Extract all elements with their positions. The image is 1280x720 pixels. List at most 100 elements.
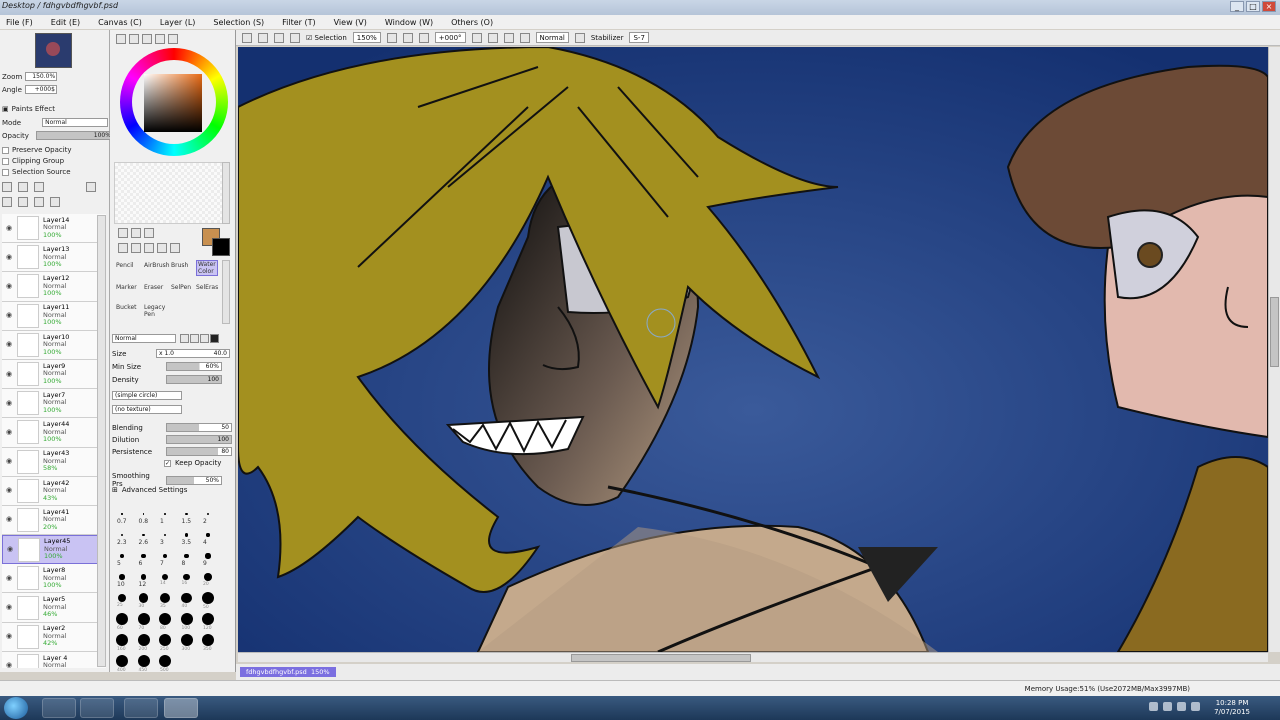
rotate-tool-icon[interactable] bbox=[157, 243, 167, 253]
menu-others[interactable]: Others (O) bbox=[449, 18, 495, 27]
menu-window[interactable]: Window (W) bbox=[383, 18, 435, 27]
layer-row[interactable]: ◉ Layer 4Normal100% bbox=[2, 651, 106, 668]
tray-icon-2[interactable] bbox=[1163, 702, 1172, 711]
horizontal-scroll-thumb[interactable] bbox=[571, 654, 751, 662]
layer-row[interactable]: ◉ Layer11 Normal 100% bbox=[2, 301, 106, 331]
brush-size-preset[interactable] bbox=[137, 634, 150, 646]
start-button[interactable] bbox=[4, 697, 28, 719]
brush-size-preset[interactable] bbox=[181, 592, 192, 604]
size-slider[interactable]: x 1.0 40.0 bbox=[156, 349, 230, 358]
brush-size-preset[interactable] bbox=[120, 554, 124, 558]
rotate-right-icon[interactable] bbox=[487, 32, 498, 43]
redo-icon[interactable] bbox=[258, 32, 268, 43]
brush-size-preset[interactable] bbox=[206, 533, 210, 537]
menu-layer[interactable]: Layer (L) bbox=[158, 18, 198, 27]
layer-row[interactable]: ◉ Layer44 Normal 100% bbox=[2, 418, 106, 448]
color-swatches[interactable] bbox=[114, 162, 228, 224]
legacy-pen-tool[interactable]: Legacy Pen bbox=[144, 304, 165, 318]
brush-size-preset[interactable] bbox=[117, 593, 127, 603]
visibility-eye-icon[interactable]: ◉ bbox=[6, 340, 15, 349]
brush-size-preset[interactable] bbox=[202, 592, 214, 604]
visibility-eye-icon[interactable]: ◉ bbox=[7, 545, 16, 554]
layer-row[interactable]: ◉ Layer14 Normal 100% bbox=[2, 214, 106, 244]
tool-scrollbar[interactable] bbox=[222, 260, 230, 324]
angle-field[interactable]: +000$ bbox=[24, 85, 57, 94]
layer-row[interactable]: ◉ Layer8 Normal 100% bbox=[2, 564, 106, 594]
clipping-group-row[interactable]: Clipping Group bbox=[2, 157, 64, 165]
layer-row[interactable]: ◉ Layer13 Normal 100% bbox=[2, 243, 106, 273]
brush-size-preset[interactable] bbox=[184, 533, 189, 537]
new-folder-icon[interactable] bbox=[34, 182, 44, 192]
rotate-reset-icon[interactable] bbox=[503, 32, 514, 43]
brush-size-preset[interactable] bbox=[205, 553, 211, 559]
rgb-slider-mode-icon[interactable] bbox=[129, 34, 139, 44]
brush-size-preset[interactable] bbox=[204, 573, 212, 581]
layer-row[interactable]: ◉ Layer42 Normal 43% bbox=[2, 476, 106, 506]
brush-shape-4-icon[interactable] bbox=[210, 334, 219, 343]
browser-taskbar-icon[interactable] bbox=[124, 698, 158, 718]
brush-size-preset[interactable] bbox=[159, 613, 171, 625]
brush-size-preset[interactable] bbox=[180, 613, 193, 625]
brush-size-preset[interactable] bbox=[161, 573, 169, 581]
brush-size-preset[interactable] bbox=[121, 513, 123, 515]
paints-effect-row[interactable]: ▣ Paints Effect bbox=[2, 105, 55, 113]
color-wheel-mode-icon[interactable] bbox=[116, 34, 126, 44]
airbrush-tool[interactable]: AirBrush bbox=[144, 262, 170, 269]
layer-row[interactable]: ◉ Layer41 Normal 20% bbox=[2, 505, 106, 536]
brush-size-preset[interactable] bbox=[180, 634, 193, 646]
menu-file[interactable]: File (F) bbox=[4, 18, 35, 27]
clear-layer-icon[interactable] bbox=[34, 197, 44, 207]
hsv-slider-mode-icon[interactable] bbox=[142, 34, 152, 44]
layer-row[interactable]: ◉ Layer45 Normal 100% bbox=[2, 535, 106, 565]
selpen-tool[interactable]: SelPen bbox=[171, 284, 191, 291]
menu-filter[interactable]: Filter (T) bbox=[280, 18, 317, 27]
brush-size-preset[interactable] bbox=[159, 655, 171, 667]
selection-source-checkbox[interactable] bbox=[2, 168, 9, 176]
magic-wand-icon[interactable] bbox=[144, 228, 154, 238]
zoom-reset-icon[interactable] bbox=[418, 32, 429, 43]
brush-size-preset[interactable] bbox=[162, 553, 168, 559]
marker-tool[interactable]: Marker bbox=[116, 284, 137, 291]
drawing-canvas[interactable] bbox=[238, 47, 1268, 652]
visibility-eye-icon[interactable]: ◉ bbox=[6, 370, 15, 379]
advanced-settings-row[interactable]: ⊞ Advanced Settings bbox=[112, 486, 187, 494]
brush-shape-3-icon[interactable] bbox=[200, 334, 209, 343]
watercolor-tool[interactable]: Water Color bbox=[196, 260, 218, 276]
media-taskbar-icon[interactable] bbox=[80, 698, 114, 718]
brush-size-preset[interactable] bbox=[119, 574, 125, 580]
visibility-eye-icon[interactable]: ◉ bbox=[6, 311, 15, 320]
zoom-field[interactable]: 150.0% bbox=[25, 72, 58, 81]
brush-size-preset[interactable] bbox=[163, 533, 167, 537]
transfer-down-icon[interactable] bbox=[2, 197, 12, 207]
clock[interactable]: 10:28 PM 7/07/2015 bbox=[1214, 699, 1250, 717]
brush-size-preset[interactable] bbox=[142, 513, 145, 515]
brush-shape-1-icon[interactable] bbox=[180, 334, 189, 343]
brush-shape-2-icon[interactable] bbox=[190, 334, 199, 343]
visibility-eye-icon[interactable]: ◉ bbox=[6, 515, 15, 524]
rotate-left-icon[interactable] bbox=[471, 32, 482, 43]
zoom-select[interactable]: 150% bbox=[352, 32, 381, 43]
sai-taskbar-icon[interactable] bbox=[164, 698, 198, 718]
brush-size-preset[interactable] bbox=[185, 512, 188, 516]
brush-size-preset[interactable] bbox=[140, 574, 147, 580]
brush-size-preset[interactable] bbox=[116, 613, 128, 625]
eraser-tool[interactable]: Eraser bbox=[144, 284, 163, 291]
brush-size-preset[interactable] bbox=[202, 613, 214, 625]
selection-source-row[interactable]: Selection Source bbox=[2, 168, 71, 176]
color-mixer-icon[interactable] bbox=[155, 34, 165, 44]
bucket-tool[interactable]: Bucket bbox=[116, 304, 137, 311]
clipping-group-checkbox[interactable] bbox=[2, 157, 9, 165]
maximize-button[interactable]: □ bbox=[1246, 1, 1260, 12]
visibility-eye-icon[interactable]: ◉ bbox=[6, 574, 15, 583]
lasso-tool-icon[interactable] bbox=[131, 228, 141, 238]
brush-size-preset[interactable] bbox=[202, 634, 214, 646]
visibility-eye-icon[interactable]: ◉ bbox=[6, 661, 15, 668]
layer-row[interactable]: ◉ Layer43 Normal 58% bbox=[2, 447, 106, 477]
brush-size-preset[interactable] bbox=[184, 553, 189, 559]
density-slider[interactable]: 100 bbox=[166, 375, 222, 384]
stabilizer-icon[interactable] bbox=[574, 32, 585, 43]
dilution-slider[interactable]: 100 bbox=[166, 435, 232, 444]
selection-toggle[interactable]: ☑ Selection bbox=[306, 34, 347, 42]
smoothing-slider[interactable]: 50% bbox=[166, 475, 222, 485]
brush-size-preset[interactable] bbox=[142, 533, 145, 537]
